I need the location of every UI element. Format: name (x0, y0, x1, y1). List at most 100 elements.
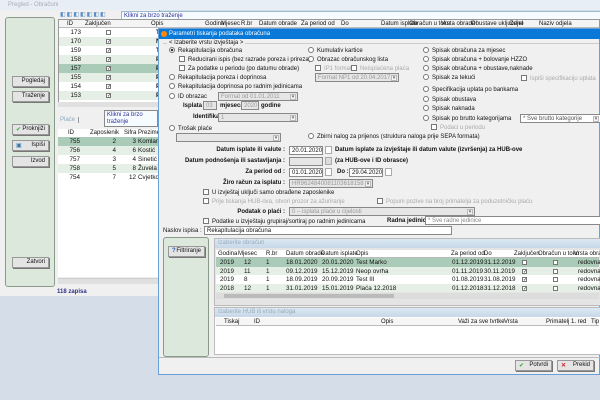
table-row[interactable]: 2019 8 1 18.09.2019 20.09.2019 Test III 01.08.… (216, 275, 600, 284)
calc-grid[interactable]: Izaberite obračun Godina Mjesec R.br Datum … (214, 238, 600, 306)
confirm-button[interactable]: ✔ Potvrdi (515, 360, 552, 371)
checkbox-prije-tiskanja[interactable]: Prije tiskanja HUB-ova, otvori prozor za… (203, 198, 345, 205)
column-header[interactable]: ID (254, 319, 260, 325)
table-row[interactable]: 755 2 3 Komlan (58, 137, 160, 146)
podatak-select[interactable]: 0 – isplata plaće u cijelosti ▾ (289, 207, 475, 216)
radna-select[interactable]: * Sve radne jedinice (425, 216, 600, 225)
column-header[interactable]: Tip (591, 319, 599, 325)
trosak-select[interactable]: ▾ (176, 133, 281, 142)
calc-grid-scrollbar[interactable] (216, 293, 599, 299)
column-header[interactable]: Godina (218, 251, 237, 257)
checkbox-podaci-period[interactable]: Podaci u periodu (431, 124, 485, 131)
calendar-icon[interactable] (325, 168, 332, 176)
column-header[interactable]: Obračun u toku (538, 251, 579, 257)
column-header[interactable]: Do (484, 251, 492, 257)
column-header[interactable]: Opis (356, 251, 368, 257)
closed-checkbox[interactable]: ✓ (106, 66, 111, 72)
checkbox-grupiraj[interactable]: Podatke u izvještaju grupiraj/sortiraj p… (203, 218, 365, 225)
cancel-button[interactable]: ✕ Prekid (557, 360, 594, 371)
checkbox-period[interactable]: Za podatke u periodu (po datumu obrade) (179, 65, 299, 72)
radio-report-option[interactable]: Spisak po brutto kategorijama (423, 115, 511, 122)
column-header[interactable]: Za period od (301, 21, 335, 27)
table-row[interactable]: 2019 11 1 09.12.2019 15.12.2019 Neop ovrha 01.… (216, 266, 600, 275)
calendar-icon[interactable] (325, 146, 332, 154)
radio-report-option[interactable]: Specifikacija uplata po bankama (423, 86, 518, 93)
naslov-input[interactable]: Rekapitulacija obračuna (204, 226, 452, 235)
column-header[interactable]: Opis (151, 21, 163, 27)
table-row[interactable]: 754 7 12 Cvjetko (58, 173, 160, 182)
radio-zbirni[interactable]: Zbirni nalog za prijenos (struktura nalo… (308, 133, 480, 140)
closed-checkbox[interactable] (106, 30, 111, 35)
calendar-icon[interactable] (325, 157, 332, 165)
main-grid-scrollbar[interactable] (58, 102, 160, 107)
np1-format-select[interactable]: Format NP1 od 20.04.2017 ▾ (315, 73, 399, 82)
column-header[interactable]: R.br (266, 251, 277, 257)
column-header[interactable]: Opis (381, 319, 393, 325)
year-input[interactable]: 2020 (241, 101, 259, 110)
radio-trosak[interactable]: Trošak plaće (169, 125, 212, 132)
closed-checkbox[interactable]: ✓ (522, 268, 527, 274)
id-format-select[interactable]: Format od 01.01.2011 ▾ (218, 92, 298, 101)
month-input[interactable]: 03 (203, 101, 217, 110)
closed-checkbox[interactable]: ✓ (106, 57, 111, 63)
table-row[interactable]: 2018 12 1 31.01.2019 15.01.2019 Plaća 12.2018… (216, 283, 600, 292)
identifikator-select[interactable]: 1 ▾ (218, 113, 298, 122)
radio-id-obrazac[interactable]: ID obrazac (169, 93, 207, 100)
radio-kumulativ[interactable]: Kumulativ kartice (308, 47, 363, 54)
brutto-select[interactable]: * Sve brutto kategorije ▾ (520, 114, 600, 123)
column-header[interactable]: Odjel (509, 21, 523, 27)
column-header[interactable]: Datum obrade (259, 21, 297, 27)
report-button[interactable]: Izvod (12, 156, 49, 167)
salary-grid[interactable]: ID Zaposlenik Šifra Prezime 755 2 3 Komlan 756 4… (58, 129, 160, 277)
period-od-input[interactable]: 01.01.2020 (289, 168, 323, 177)
salary-search-input[interactable]: Klikni za brzo traženje (104, 110, 158, 127)
radio-rekap-doprinosa[interactable]: Rekapitulacija doprinosa po radnim jedin… (169, 83, 302, 90)
column-header[interactable]: R.br (241, 21, 252, 27)
column-header[interactable]: Mjesec (238, 251, 257, 257)
radio-report-option[interactable]: Spisak obustava (423, 96, 476, 103)
radio-obrazac[interactable]: Obrazac obračunskog lista (308, 56, 388, 63)
column-header[interactable]: Važi za sve tvrtke (458, 319, 505, 325)
column-header[interactable]: Za period od (451, 251, 485, 257)
closed-checkbox[interactable]: ✓ (106, 48, 111, 54)
calendar-icon[interactable] (385, 168, 392, 176)
datum-isplate-input[interactable]: 20.01.2020 (289, 146, 323, 155)
post-button[interactable]: ✔ Proknjiži (12, 124, 49, 135)
column-header[interactable]: Mjesec (221, 21, 240, 27)
tab-place[interactable]: Plaće (60, 117, 80, 123)
period-do-input[interactable]: 29.04.2020 (349, 168, 383, 177)
checkbox-ip1[interactable]: IP1 format (315, 65, 352, 72)
table-row[interactable]: 756 4 6 Kostić (58, 146, 160, 155)
datum-podnosenja-input[interactable] (289, 157, 323, 166)
closed-checkbox[interactable]: ✓ (106, 84, 111, 90)
in-progress-checkbox[interactable] (553, 277, 558, 282)
search-button[interactable]: Traženje (12, 91, 49, 102)
navigation-icons[interactable]: ◧◧◧◧◧◧◧ (60, 12, 107, 18)
in-progress-checkbox[interactable] (553, 285, 558, 291)
radio-rekapitulacija[interactable]: Rekapitulacija obračuna (169, 47, 242, 54)
radio-report-option[interactable]: Spisak obračuna za mjesec (423, 47, 505, 54)
column-header[interactable]: ID (68, 130, 74, 136)
column-header[interactable]: ID (67, 21, 73, 27)
print-button[interactable]: ▣ Ispiši (12, 140, 49, 151)
column-header[interactable]: Šifra (124, 130, 136, 136)
closed-checkbox[interactable]: ✓ (106, 75, 111, 81)
column-header[interactable]: Vrsta obrade (574, 251, 600, 257)
column-header[interactable]: Prezime (138, 130, 160, 136)
checkbox-popuni-pozive[interactable]: Popuni pozive na broj primatelja za podu… (377, 198, 532, 205)
checkbox-ispisi-spec[interactable]: Ispiši specifikaciju uplata (521, 75, 596, 82)
table-row[interactable]: 2019 12 1 18.01.2020 20.01.2020 Test Marko 01.… (216, 258, 600, 267)
hub-grid[interactable]: Izaberite HUB ili vrstu naloga Tiskaj ID O… (214, 307, 600, 355)
radio-report-option[interactable]: Spisak naknada (423, 105, 475, 112)
radio-report-option[interactable]: Spisak za tekući (423, 74, 475, 81)
column-header[interactable]: Do (341, 21, 349, 27)
column-header[interactable]: Vrsta (504, 319, 518, 325)
table-row[interactable]: 757 3 4 Sinetić (58, 155, 160, 164)
column-header[interactable]: Datum obrade (286, 251, 324, 257)
checkbox-neisplacena[interactable]: Neisplaćena plaća (351, 65, 409, 72)
radio-report-option[interactable]: Spisak obračuna + bolovanje HZZO (423, 56, 527, 63)
closed-checkbox[interactable] (522, 260, 527, 265)
column-header[interactable]: Zaključen (85, 21, 111, 27)
radio-rekap-poreza[interactable]: Rekapitulacija poreza i doprinosa (169, 74, 266, 81)
closed-checkbox[interactable]: ✓ (106, 93, 111, 99)
